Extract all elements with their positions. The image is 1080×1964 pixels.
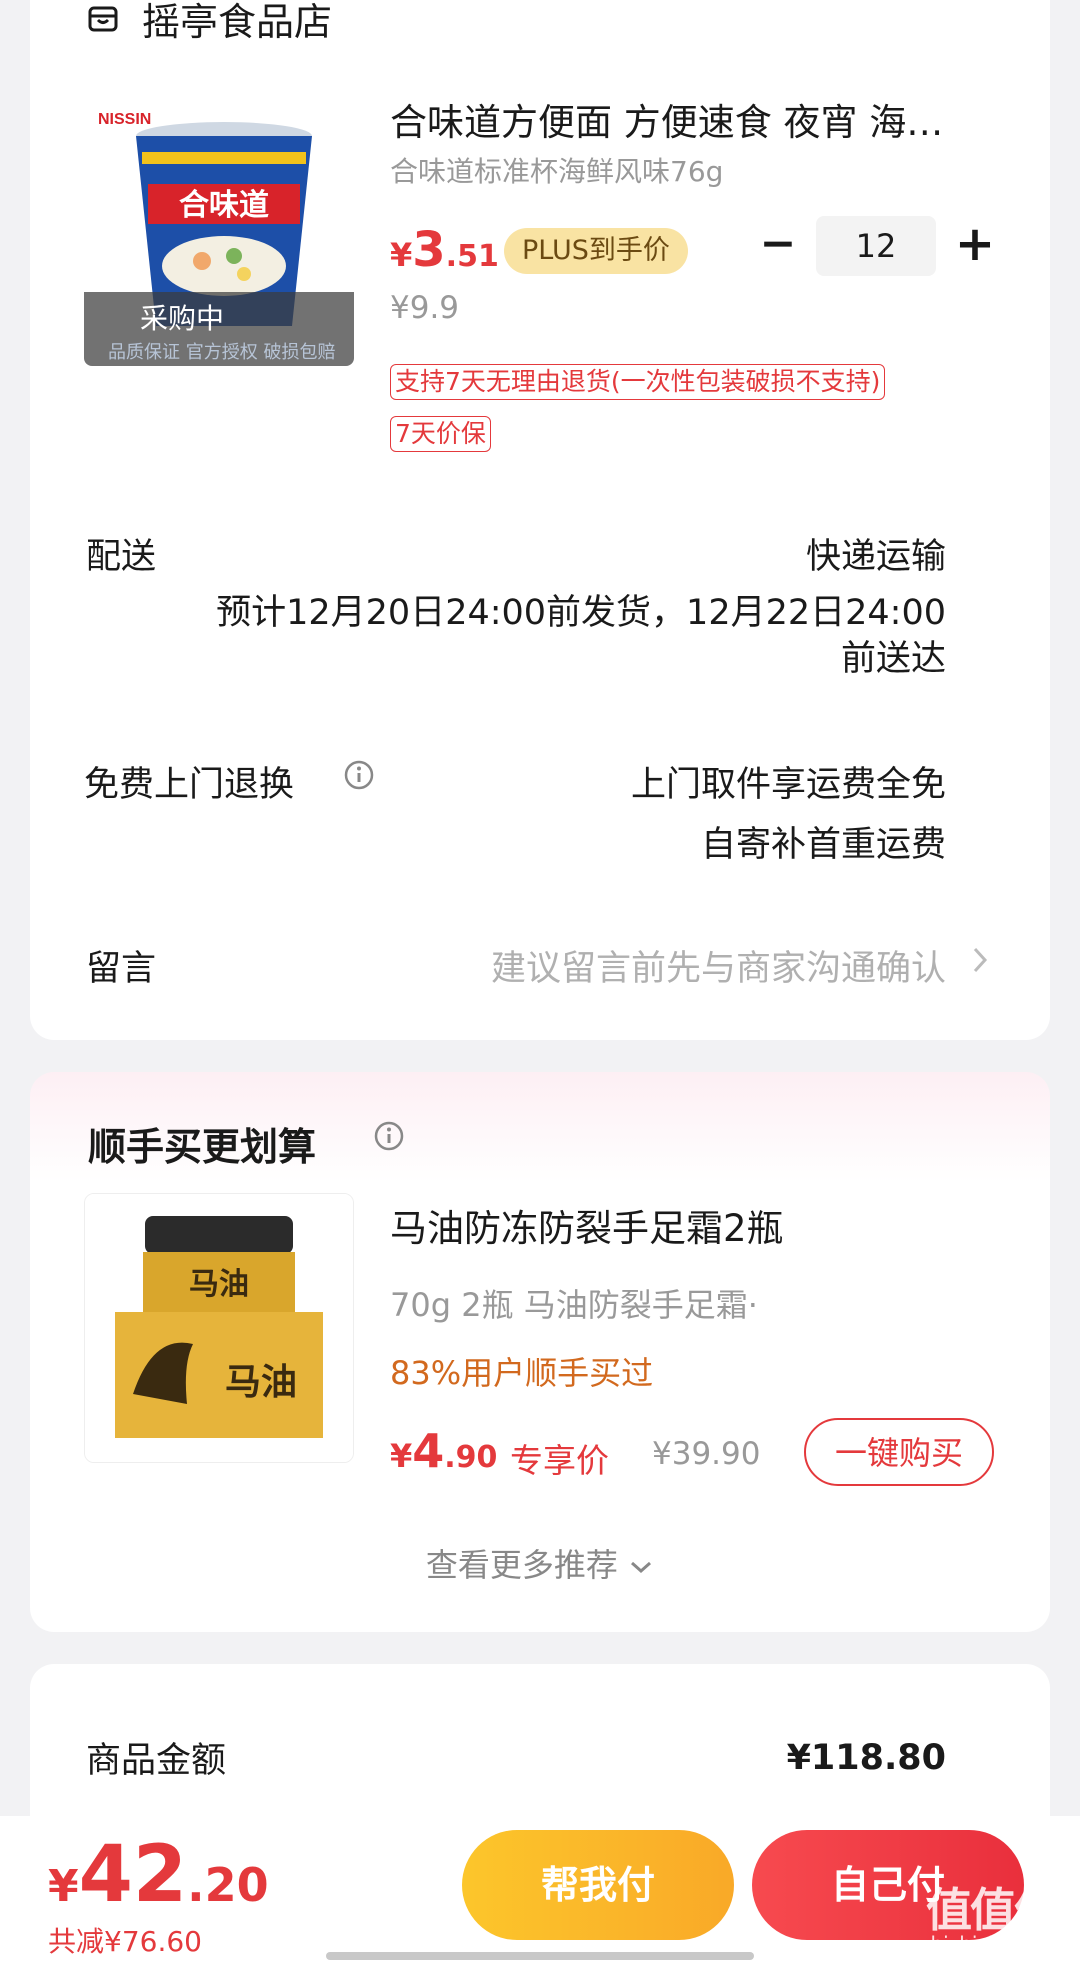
svg-text:NISSIN: NISSIN	[98, 111, 151, 128]
store-icon	[88, 6, 118, 32]
return-pickup-text: 上门取件享运费全免	[630, 765, 946, 805]
return-policy-tag: 支持7天无理由退货(一次性包装破损不支持)	[390, 364, 886, 400]
delivery-estimate-line1: 预计12月20日24:00前发货，12月22日24:00	[216, 593, 946, 633]
help-me-pay-button[interactable]: 帮我付	[462, 1830, 734, 1940]
quantity-decrease-button[interactable]: −	[758, 222, 798, 268]
message-input[interactable]: 建议留言前先与商家沟通确认	[491, 940, 946, 991]
image-overlay-label: 采购中	[140, 302, 224, 335]
recommend-price: ¥4.90	[390, 1424, 498, 1478]
noodle-cup-illustration: NISSIN 合味道 采购中 品质保证 官方授权 破损包赔	[84, 96, 354, 366]
watermark-logo: 值值值	[926, 1883, 1060, 1937]
svg-text:合味道: 合味道	[179, 188, 269, 223]
recommend-buyers-rate: 83%用户顺手买过	[390, 1354, 654, 1392]
svg-text:品质保证 官方授权 破损包赔: 品质保证 官方授权 破损包赔	[108, 342, 335, 363]
chevron-down-icon[interactable]	[628, 1558, 654, 1576]
svg-text:马油: 马油	[225, 1362, 297, 1403]
return-self-send-text: 自寄补首重运费	[700, 825, 946, 865]
svg-text:马油: 马油	[189, 1267, 249, 1302]
product-spec[interactable]: 合味道标准杯海鲜风味76g	[390, 150, 723, 190]
home-indicator[interactable]	[326, 1952, 754, 1960]
free-return-label: 免费上门退换	[84, 765, 295, 805]
see-more-label[interactable]: 查看更多推荐	[426, 1546, 618, 1584]
horse-oil-cream-illustration: 马油 马油	[85, 1194, 353, 1462]
recommend-section-title: 顺手买更划算	[88, 1125, 317, 1169]
total-discount: 共减¥76.60	[48, 1925, 202, 1958]
recommend-original-price: ¥39.90	[652, 1436, 761, 1472]
goods-amount-label: 商品金额	[86, 1741, 227, 1781]
recommend-spec: 70g 2瓶 马油防裂手足霜·	[390, 1286, 758, 1324]
quantity-increase-button[interactable]: +	[952, 218, 998, 270]
product-price: ¥3.51	[390, 222, 499, 278]
watermark-url: zhizhizhi.com	[920, 1932, 1056, 1956]
price-protect-tag: 7天价保	[390, 416, 491, 452]
message-label: 留言	[86, 949, 157, 989]
delivery-label: 配送	[86, 537, 157, 577]
one-click-buy-button[interactable]: 一键购买	[804, 1418, 994, 1486]
shop-name[interactable]: 摇亭食品店	[142, 0, 332, 44]
goods-amount-value: ¥118.80	[786, 1738, 946, 1778]
total-price: ¥42.20	[48, 1830, 269, 1920]
plus-price-tag: PLUS到手价	[504, 228, 688, 274]
delivery-estimate-line2: 前送达	[840, 639, 946, 679]
original-price: ¥9.9	[390, 290, 460, 326]
quantity-input[interactable]: 12	[816, 216, 936, 276]
info-icon[interactable]	[374, 1121, 404, 1151]
product-image[interactable]: NISSIN 合味道 采购中 品质保证 官方授权 破损包赔	[84, 96, 354, 366]
delivery-method[interactable]: 快递运输	[806, 528, 946, 579]
exclusive-price-label: 专享价	[510, 1441, 609, 1480]
recommend-title[interactable]: 马油防冻防裂手足霜2瓶	[390, 1198, 784, 1252]
recommend-product-image[interactable]: 马油 马油	[84, 1193, 354, 1463]
see-more-recommend[interactable]: 查看更多推荐	[0, 1540, 1080, 1586]
chevron-right-icon[interactable]	[970, 944, 990, 976]
product-title[interactable]: 合味道方便面 方便速食 夜宵 海鲜风味	[390, 100, 980, 146]
info-icon[interactable]	[344, 760, 374, 790]
